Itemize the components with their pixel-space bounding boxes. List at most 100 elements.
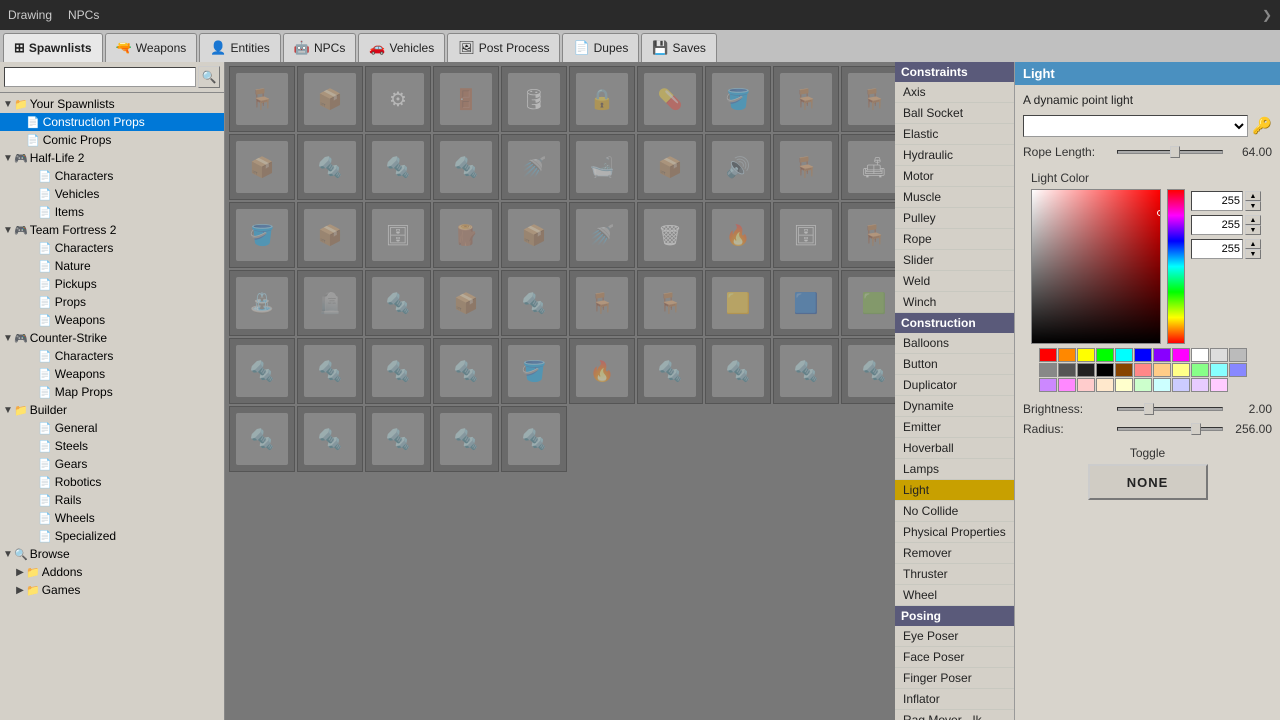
tree-item-specialized[interactable]: 📄Specialized [0,527,224,545]
grid-item[interactable]: 🪑 [773,66,839,132]
tab-dupes[interactable]: 📄 Dupes [562,33,639,62]
color-swatch[interactable] [1229,363,1247,377]
color-swatch[interactable] [1153,363,1171,377]
rgb-r-up[interactable]: ▲ [1245,191,1261,201]
rgb-r-input[interactable] [1191,191,1243,211]
tree-item-vehicles[interactable]: 📄Vehicles [0,185,224,203]
color-swatch[interactable] [1077,363,1095,377]
tab-vehicles[interactable]: 🚗 Vehicles [358,33,445,62]
posing-eye-poser[interactable]: Eye Poser [895,626,1014,647]
grid-item[interactable]: 🔩 [297,134,363,200]
color-gradient[interactable] [1031,189,1161,344]
constraint-ball-socket[interactable]: Ball Socket [895,103,1014,124]
construction-remover[interactable]: Remover [895,543,1014,564]
grid-item[interactable]: 🔩 [501,270,567,336]
rope-length-slider[interactable] [1117,150,1223,154]
grid-item[interactable]: 🔩 [433,134,499,200]
tree-item-pickups[interactable]: 📄Pickups [0,275,224,293]
grid-item[interactable]: 🚿 [569,202,635,268]
grid-item[interactable]: 🟨 [705,270,771,336]
tree-item-addons[interactable]: ▶📁Addons [0,563,224,581]
rgb-g-input[interactable] [1191,215,1243,235]
tree-item-team-fortress-2[interactable]: ▼🎮Team Fortress 2 [0,221,224,239]
tree-item-map-props[interactable]: 📄Map Props [0,383,224,401]
brightness-thumb[interactable] [1144,403,1154,415]
color-swatch[interactable] [1077,348,1095,362]
grid-item[interactable]: 🔊 [705,134,771,200]
tree-toggle[interactable]: ▼ [2,99,14,110]
constraint-slider[interactable]: Slider [895,250,1014,271]
grid-item[interactable]: 🪣 [501,338,567,404]
constraint-motor[interactable]: Motor [895,166,1014,187]
grid-item[interactable]: 🪵 [433,202,499,268]
grid-item[interactable]: 💊 [637,66,703,132]
construction-physical-properties[interactable]: Physical Properties [895,522,1014,543]
color-swatch[interactable] [1191,363,1209,377]
color-swatch[interactable] [1191,348,1209,362]
rgb-b-input[interactable] [1191,239,1243,259]
grid-item[interactable]: 🔥 [705,202,771,268]
tree-item-construction-props[interactable]: 📄Construction Props [0,113,224,131]
grid-item[interactable]: 📦 [297,66,363,132]
grid-item[interactable]: 🚪 [433,66,499,132]
color-swatch[interactable] [1096,363,1114,377]
grid-item[interactable]: 🗄 [365,202,431,268]
rgb-b-down[interactable]: ▼ [1245,249,1261,259]
tree-toggle[interactable]: ▼ [2,549,14,560]
color-swatch[interactable] [1058,348,1076,362]
color-swatch[interactable] [1172,348,1190,362]
constraint-elastic[interactable]: Elastic [895,124,1014,145]
tree-item-counter-strike[interactable]: ▼🎮Counter-Strike [0,329,224,347]
posing-face-poser[interactable]: Face Poser [895,647,1014,668]
constraint-winch[interactable]: Winch [895,292,1014,313]
grid-item[interactable]: ⚙ [365,66,431,132]
tab-weapons[interactable]: 🔫 Weapons [105,33,198,62]
search-button[interactable]: 🔍 [198,66,220,88]
tree-item-nature[interactable]: 📄Nature [0,257,224,275]
tree-item-general[interactable]: 📄General [0,419,224,437]
construction-light[interactable]: Light [895,480,1014,501]
color-swatch[interactable] [1039,378,1057,392]
color-swatch[interactable] [1115,378,1133,392]
tree-item-your-spawnlists[interactable]: ▼📁Your Spawnlists [0,95,224,113]
tree-toggle[interactable]: ▼ [2,333,14,344]
grid-item[interactable]: 🔩 [297,406,363,472]
hue-bar[interactable] [1167,189,1185,344]
tree-toggle[interactable]: ▼ [2,225,14,236]
rgb-b-up[interactable]: ▲ [1245,239,1261,249]
grid-item[interactable]: 📦 [433,270,499,336]
construction-thruster[interactable]: Thruster [895,564,1014,585]
color-swatch[interactable] [1134,348,1152,362]
grid-item[interactable]: 🔒 [569,66,635,132]
rope-length-thumb[interactable] [1170,146,1180,158]
grid-item[interactable]: 🔩 [365,338,431,404]
tree-item-characters[interactable]: 📄Characters [0,167,224,185]
grid-item[interactable]: 🪦 [297,270,363,336]
tree-item-gears[interactable]: 📄Gears [0,455,224,473]
constraint-weld[interactable]: Weld [895,271,1014,292]
grid-item[interactable]: 🔩 [773,338,839,404]
grid-item[interactable]: 🔩 [229,338,295,404]
grid-item[interactable]: 📦 [637,134,703,200]
construction-hoverball[interactable]: Hoverball [895,438,1014,459]
tree-toggle[interactable]: ▼ [2,405,14,416]
grid-item[interactable]: 🗄 [773,202,839,268]
grid-item[interactable]: 🛁 [569,134,635,200]
tree-item-weapons[interactable]: 📄Weapons [0,311,224,329]
constraint-pulley[interactable]: Pulley [895,208,1014,229]
color-swatch[interactable] [1153,378,1171,392]
construction-dynamite[interactable]: Dynamite [895,396,1014,417]
constraint-rope[interactable]: Rope [895,229,1014,250]
construction-lamps[interactable]: Lamps [895,459,1014,480]
rgb-r-down[interactable]: ▼ [1245,201,1261,211]
grid-item[interactable]: 🗑 [637,202,703,268]
grid-item[interactable]: 🔩 [297,338,363,404]
construction-no-collide[interactable]: No Collide [895,501,1014,522]
grid-item[interactable]: 🔩 [501,406,567,472]
grid-item[interactable]: 🪣 [705,66,771,132]
brightness-slider[interactable] [1117,407,1223,411]
color-swatch[interactable] [1039,363,1057,377]
tree-item-props[interactable]: 📄Props [0,293,224,311]
grid-item[interactable]: 📦 [229,134,295,200]
tree-item-characters[interactable]: 📄Characters [0,347,224,365]
